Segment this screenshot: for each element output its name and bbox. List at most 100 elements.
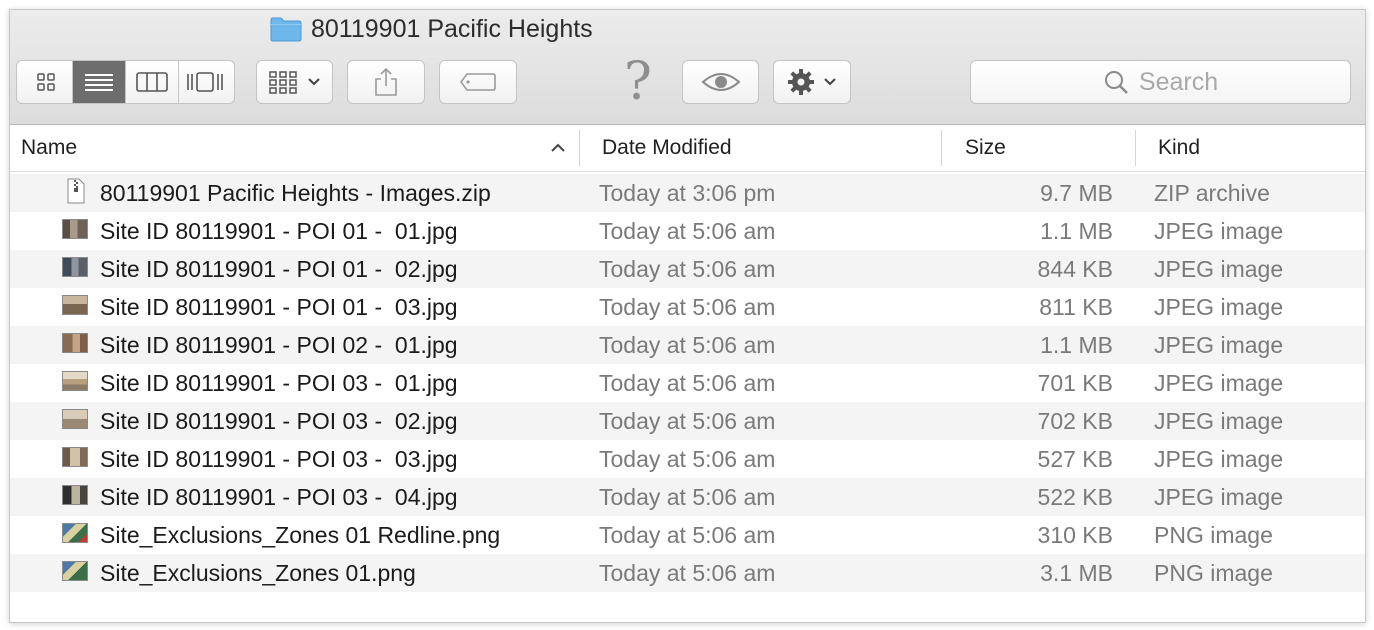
column-header-kind-label: Kind [1158, 136, 1201, 159]
file-size: 1.1 MB [1040, 332, 1113, 358]
file-date: Today at 5:06 am [599, 332, 776, 358]
file-kind: ZIP archive [1154, 180, 1270, 206]
help-icon[interactable]: ? [616, 52, 660, 112]
file-row[interactable]: Site_Exclusions_Zones 01 Redline.png Tod… [10, 516, 1365, 554]
file-row[interactable]: Site ID 80119901 - POI 01 - 02.jpg Today… [10, 250, 1365, 288]
cover-flow-icon [187, 72, 223, 92]
window-title-text: 80119901 Pacific Heights [311, 14, 593, 43]
view-mode-control [16, 60, 235, 104]
file-kind: JPEG image [1154, 408, 1284, 434]
eye-icon [700, 73, 741, 91]
share-icon [375, 67, 397, 96]
file-kind: JPEG image [1154, 484, 1284, 510]
finder-window: 80119901 Pacific Heights ? Search Name D… [9, 9, 1366, 623]
file-name: Site ID 80119901 - POI 01 - 01.jpg [100, 218, 458, 244]
file-size: 3.1 MB [1040, 560, 1113, 586]
column-header: Name Date Modified Size Kind [10, 125, 1365, 172]
file-name: Site ID 80119901 - POI 03 - 03.jpg [100, 446, 458, 472]
file-date: Today at 3:06 pm [599, 180, 776, 206]
file-kind: PNG image [1154, 522, 1273, 548]
file-date: Today at 5:06 am [599, 446, 776, 472]
file-size: 522 KB [1037, 484, 1113, 510]
jpeg-thumbnail-icon [62, 333, 88, 355]
cover-flow-view-button[interactable] [179, 61, 232, 103]
file-kind: JPEG image [1154, 370, 1284, 396]
file-kind: JPEG image [1154, 332, 1284, 358]
tags-button[interactable] [439, 60, 517, 104]
file-row[interactable]: Site ID 80119901 - POI 03 - 01.jpg Today… [10, 364, 1365, 402]
column-view-button[interactable] [126, 61, 179, 103]
list-view-button[interactable] [72, 61, 126, 103]
folder-icon [270, 17, 302, 42]
file-name: Site ID 80119901 - POI 01 - 03.jpg [100, 294, 458, 320]
file-date: Today at 5:06 am [599, 370, 776, 396]
file-name: Site ID 80119901 - POI 01 - 02.jpg [100, 256, 458, 282]
file-size: 527 KB [1037, 446, 1113, 472]
file-name: Site ID 80119901 - POI 03 - 02.jpg [100, 408, 458, 434]
file-row[interactable]: Site ID 80119901 - POI 01 - 03.jpg Today… [10, 288, 1365, 326]
file-kind: PNG image [1154, 560, 1273, 586]
file-size: 844 KB [1037, 256, 1113, 282]
file-name: Site ID 80119901 - POI 03 - 04.jpg [100, 484, 458, 510]
jpeg-thumbnail-icon [62, 485, 88, 507]
file-row[interactable]: Site ID 80119901 - POI 03 - 03.jpg Today… [10, 440, 1365, 478]
file-size: 310 KB [1037, 522, 1113, 548]
grid-icon [36, 73, 55, 91]
column-header-date-label: Date Modified [602, 136, 732, 159]
file-row[interactable]: Site ID 80119901 - POI 01 - 01.jpg Today… [10, 212, 1365, 250]
title-toolbar: 80119901 Pacific Heights ? Search [10, 10, 1365, 125]
column-header-size[interactable]: Size [965, 125, 1135, 171]
file-row[interactable]: Site ID 80119901 - POI 03 - 02.jpg Today… [10, 402, 1365, 440]
column-divider[interactable] [579, 130, 580, 166]
chevron-down-icon [307, 78, 320, 86]
png-thumbnail-icon [62, 523, 88, 545]
file-size: 811 KB [1039, 294, 1113, 320]
file-row[interactable]: Site_Exclusions_Zones 01.png Today at 5:… [10, 554, 1365, 592]
icon-view-button[interactable] [20, 61, 73, 103]
columns-icon [135, 72, 168, 92]
column-header-name-label: Name [21, 136, 78, 159]
file-size: 702 KB [1037, 408, 1113, 434]
png-thumbnail-icon [62, 561, 88, 583]
column-header-name[interactable]: Name [21, 125, 576, 171]
quick-look-button[interactable] [682, 60, 759, 104]
column-divider[interactable] [1135, 130, 1136, 166]
jpeg-thumbnail-icon [62, 409, 88, 431]
action-button[interactable] [773, 60, 851, 104]
file-date: Today at 5:06 am [599, 218, 776, 244]
file-name: Site ID 80119901 - POI 02 - 01.jpg [100, 332, 458, 358]
file-date: Today at 5:06 am [599, 522, 776, 548]
column-header-date[interactable]: Date Modified [602, 125, 942, 171]
share-button[interactable] [347, 60, 425, 104]
file-kind: JPEG image [1154, 446, 1284, 472]
search-field[interactable]: Search [970, 60, 1351, 104]
jpeg-thumbnail-icon [62, 447, 88, 469]
column-divider[interactable] [941, 130, 942, 166]
column-header-kind[interactable]: Kind [1158, 125, 1358, 171]
file-date: Today at 5:06 am [599, 294, 776, 320]
file-kind: JPEG image [1154, 294, 1284, 320]
sort-ascending-icon [551, 143, 565, 152]
file-date: Today at 5:06 am [599, 560, 776, 586]
file-name: 80119901 Pacific Heights - Images.zip [100, 180, 491, 206]
zip-file-icon [62, 178, 88, 204]
file-row[interactable]: 80119901 Pacific Heights - Images.zip To… [10, 174, 1365, 212]
file-row[interactable]: Site ID 80119901 - POI 02 - 01.jpg Today… [10, 326, 1365, 364]
file-name: Site_Exclusions_Zones 01 Redline.png [100, 522, 501, 548]
tag-icon [460, 73, 496, 91]
gear-icon [788, 69, 814, 95]
search-placeholder: Search [1138, 67, 1219, 96]
arrange-button[interactable] [256, 60, 333, 104]
file-size: 1.1 MB [1040, 218, 1113, 244]
list-icon [84, 74, 113, 91]
file-row[interactable]: Site ID 80119901 - POI 03 - 04.jpg Today… [10, 478, 1365, 516]
jpeg-thumbnail-icon [62, 371, 88, 393]
file-size: 701 KB [1037, 370, 1113, 396]
file-size: 9.7 MB [1040, 180, 1113, 206]
file-name: Site ID 80119901 - POI 03 - 01.jpg [100, 370, 458, 396]
file-kind: JPEG image [1154, 218, 1284, 244]
file-kind: JPEG image [1154, 256, 1284, 282]
jpeg-thumbnail-icon [62, 219, 88, 241]
file-date: Today at 5:06 am [599, 484, 776, 510]
file-date: Today at 5:06 am [599, 256, 776, 282]
